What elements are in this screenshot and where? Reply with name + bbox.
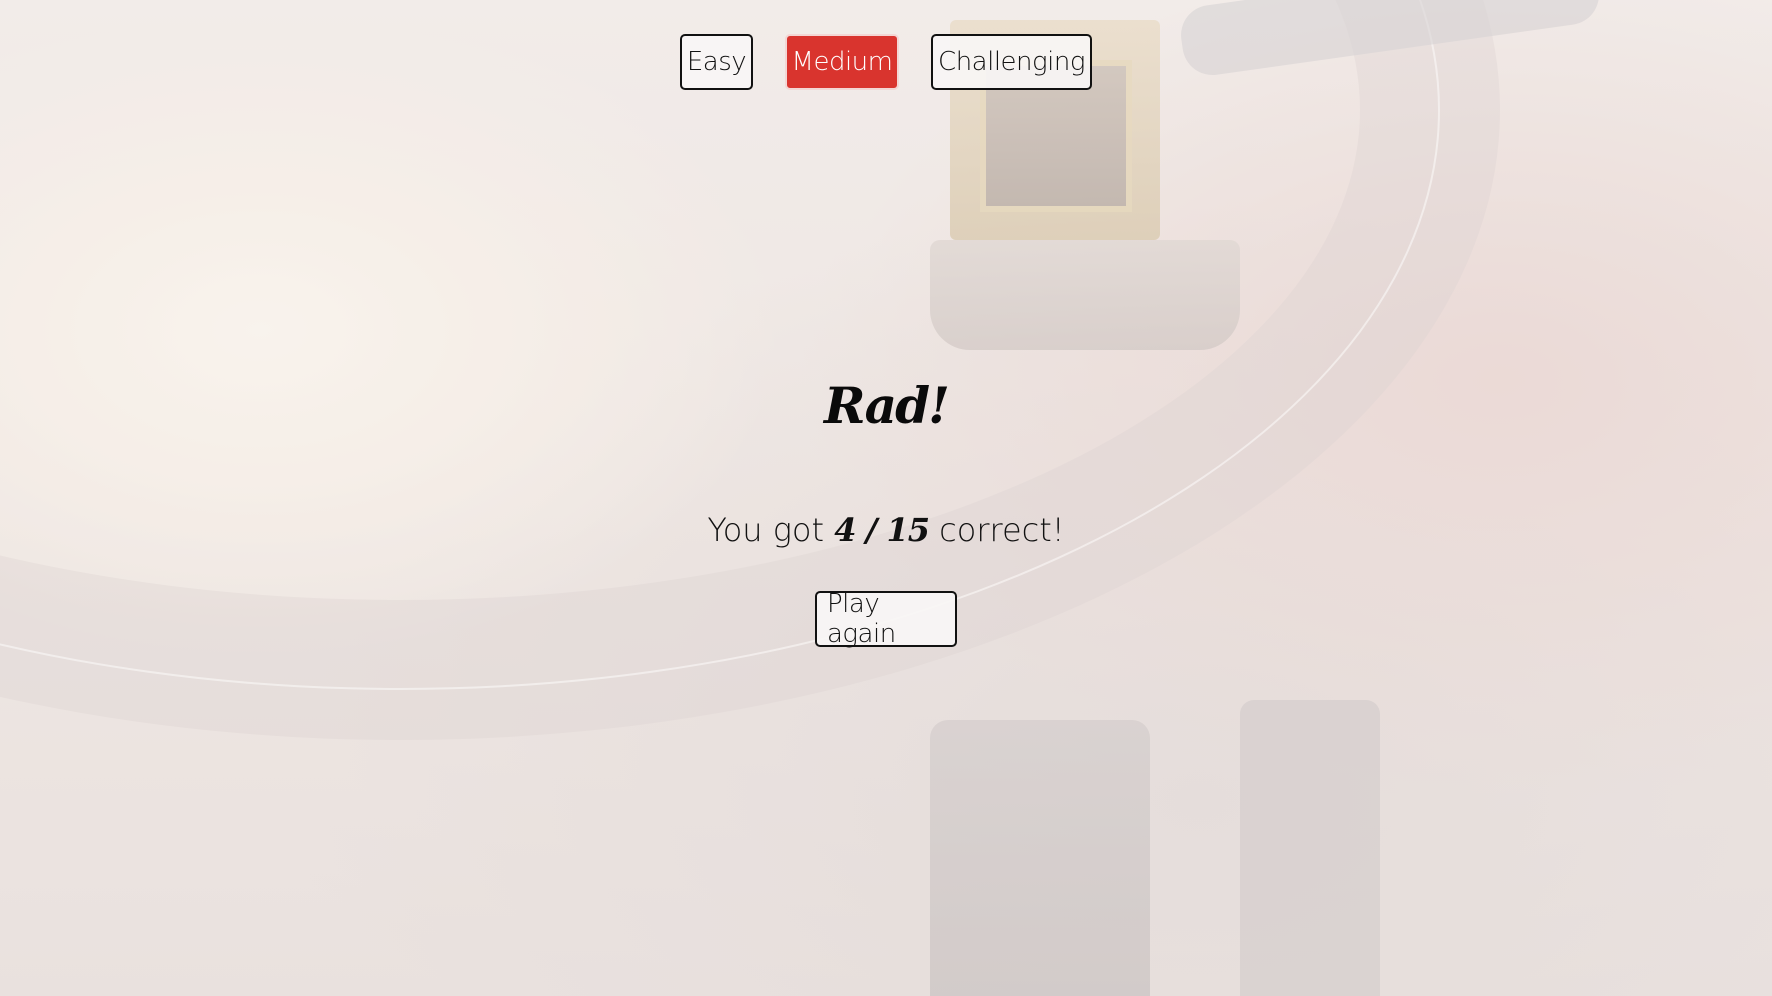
result-headline: Rad! bbox=[823, 376, 950, 435]
score-value: 4 / 15 bbox=[834, 511, 930, 549]
play-again-container: Play again bbox=[0, 589, 1772, 649]
difficulty-challenging-button[interactable]: Challenging bbox=[931, 34, 1092, 90]
score-line: You got 4 / 15 correct! bbox=[0, 506, 1772, 554]
score-suffix: correct! bbox=[939, 511, 1065, 549]
play-again-button[interactable]: Play again bbox=[815, 589, 957, 649]
difficulty-medium-button[interactable]: Medium bbox=[785, 34, 899, 90]
score-prefix: You got bbox=[707, 511, 825, 549]
difficulty-easy-button[interactable]: Easy bbox=[680, 34, 753, 90]
game-result-screen: Easy Medium Challenging Rad! You got 4 /… bbox=[0, 0, 1772, 996]
difficulty-selector: Easy Medium Challenging bbox=[0, 34, 1772, 90]
